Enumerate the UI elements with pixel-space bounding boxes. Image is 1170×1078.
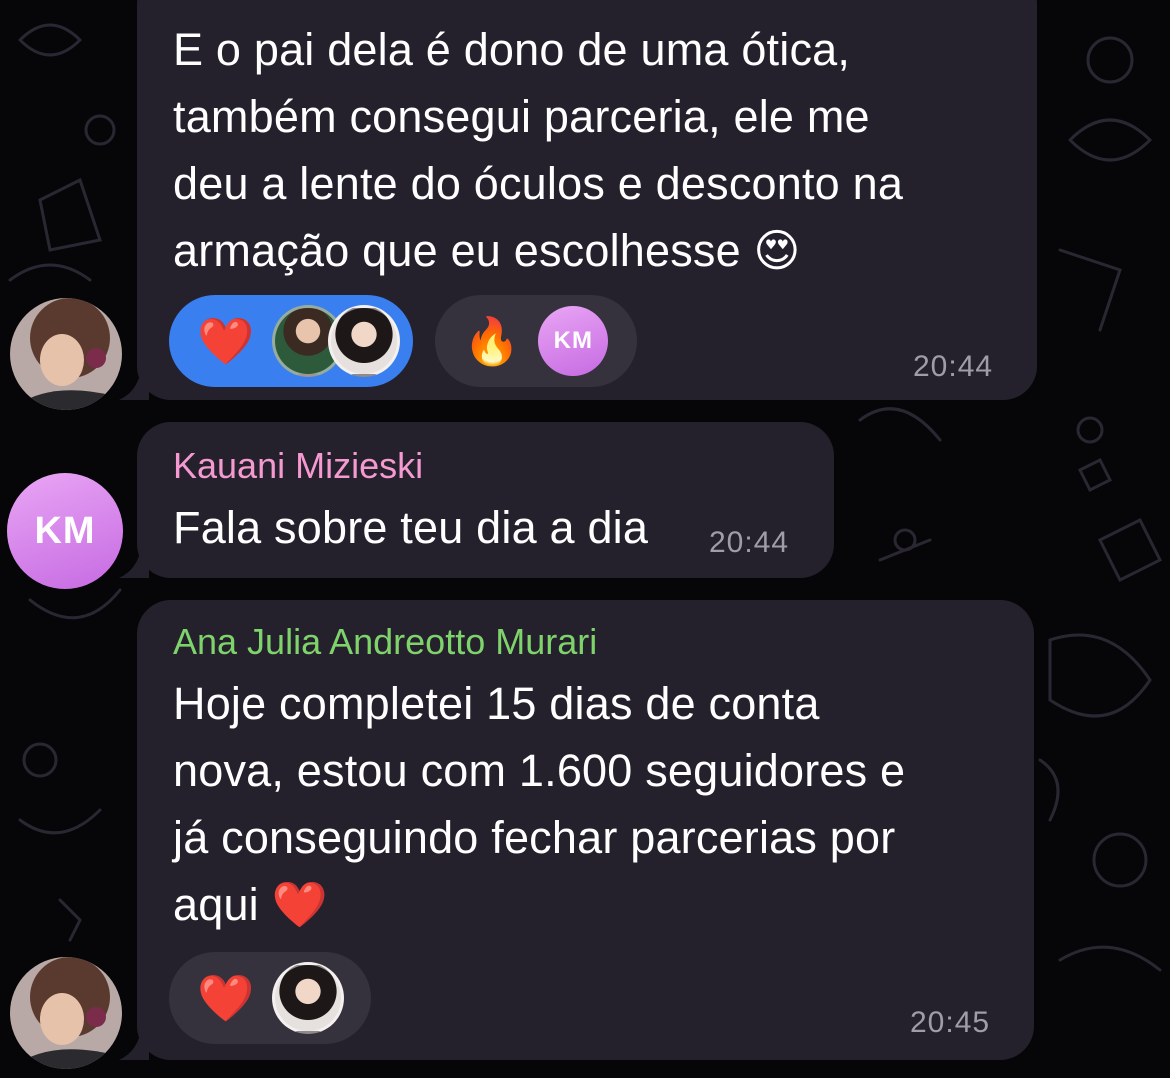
message-time: 20:44 xyxy=(913,350,994,383)
message-bubble[interactable]: Ana Julia Andreotto Murari Hoje complete… xyxy=(119,600,1034,1060)
reactions-row: ❤️ xyxy=(169,952,371,1044)
message-text: Fala sobre teu dia a dia xyxy=(173,502,649,553)
reactor-avatar-km[interactable]: KM xyxy=(538,306,609,376)
avatar-photo-icon xyxy=(10,298,122,410)
reactor-avatar[interactable] xyxy=(328,305,401,377)
fire-emoji: 🔥 xyxy=(463,315,521,367)
message-bubble[interactable]: E o pai dela é dono de uma ótica, também… xyxy=(119,0,1037,400)
sender-avatar-km[interactable]: KM xyxy=(7,473,123,589)
message-text: Hoje completei 15 dias de conta nova, es… xyxy=(173,678,906,930)
message-time: 20:45 xyxy=(910,1006,991,1039)
sender-avatar[interactable] xyxy=(10,298,122,410)
reaction-heart[interactable]: ❤️ xyxy=(169,952,371,1044)
message-bubble[interactable]: Kauani Mizieski Fala sobre teu dia a dia… xyxy=(119,422,834,578)
bubble-tail xyxy=(119,548,149,578)
sender-name[interactable]: Ana Julia Andreotto Murari xyxy=(173,620,597,664)
message-time: 20:44 xyxy=(709,526,790,559)
bubble-tail xyxy=(119,1030,149,1060)
reactions-row: ❤️ 🔥 KM xyxy=(169,295,637,387)
bubble-tail xyxy=(119,370,149,400)
sender-name[interactable]: Kauani Mizieski xyxy=(173,444,423,488)
reactor-avatar[interactable] xyxy=(272,962,345,1034)
sender-avatar[interactable] xyxy=(10,957,122,1069)
heart-emoji: ❤️ xyxy=(197,315,255,367)
avatar-photo-icon xyxy=(10,957,122,1069)
heart-emoji: ❤️ xyxy=(197,972,255,1024)
message-text: E o pai dela é dono de uma ótica, também… xyxy=(173,24,904,276)
reaction-fire[interactable]: 🔥 KM xyxy=(435,295,637,387)
reaction-heart[interactable]: ❤️ xyxy=(169,295,413,387)
